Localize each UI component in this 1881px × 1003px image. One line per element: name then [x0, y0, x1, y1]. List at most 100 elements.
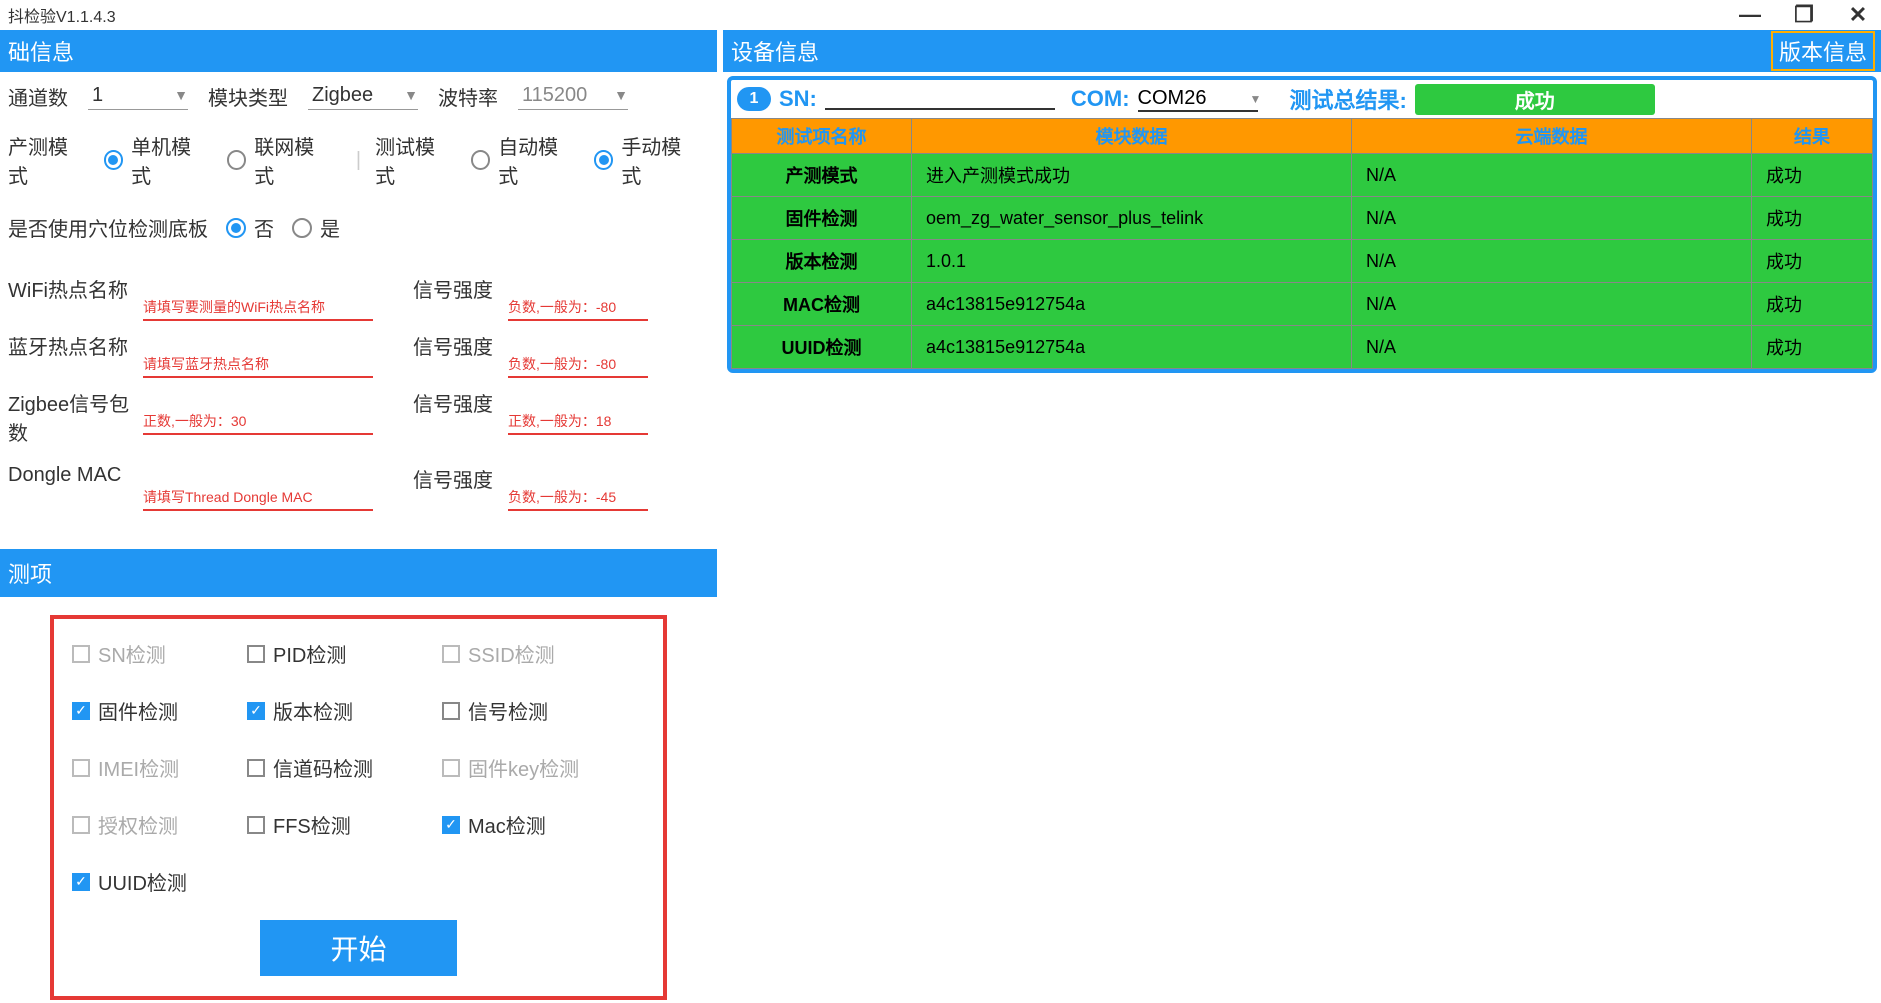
dongle-signal-label: 信号强度: [413, 464, 508, 493]
version-info-button[interactable]: 版本信息: [1771, 31, 1875, 71]
device-info-header: 设备信息 版本信息: [717, 30, 1881, 72]
divider: |: [356, 149, 361, 172]
window-title: 抖检验V1.1.4.3: [8, 3, 116, 27]
dongle-label: Dongle MAC: [8, 464, 143, 487]
chevron-down-icon: ▼: [1250, 92, 1262, 106]
device-info-label: 设备信息: [731, 35, 819, 67]
prod-mode-label: 产测模式: [8, 131, 86, 189]
row-module-cell: 1.0.1: [912, 240, 1352, 283]
test-mode-label: 测试模式: [375, 131, 453, 189]
uuid-detect-label: UUID检测: [98, 867, 187, 896]
wifi-signal-input[interactable]: 负数,一般为：-80: [508, 295, 648, 321]
auth-checkbox[interactable]: [72, 816, 90, 834]
field-section: WiFi热点名称 请填写要测量的WiFi热点名称 信号强度 负数,一般为：-80…: [8, 266, 709, 529]
pid-detect-item[interactable]: PID检测: [247, 639, 442, 668]
dongle-input[interactable]: 请填写Thread Dongle MAC: [143, 485, 373, 511]
mac-detect-item[interactable]: Mac检测: [442, 810, 617, 839]
detect-section-header: 测项: [0, 549, 717, 597]
firmware-checkbox[interactable]: [72, 702, 90, 720]
firmwarekey-checkbox[interactable]: [442, 759, 460, 777]
uuid-checkbox[interactable]: [72, 873, 90, 891]
mac-detect-label: Mac检测: [468, 810, 546, 839]
com-label: COM:: [1071, 86, 1130, 112]
version-detect-item[interactable]: 版本检测: [247, 696, 442, 725]
signal-checkbox[interactable]: [442, 702, 460, 720]
row-cloud-cell: N/A: [1352, 283, 1752, 326]
bottom-board-row: 是否使用穴位检测底板 否 是: [8, 213, 709, 242]
row-module-cell: a4c13815e912754a: [912, 326, 1352, 369]
firmware-detect-label: 固件检测: [98, 696, 178, 725]
version-checkbox[interactable]: [247, 702, 265, 720]
imei-checkbox[interactable]: [72, 759, 90, 777]
ssid-detect-item[interactable]: SSID检测: [442, 639, 617, 668]
manual-mode-radio[interactable]: [594, 150, 614, 170]
bottom-board-label: 是否使用穴位检测底板: [8, 213, 208, 242]
firmwarekey-detect-label: 固件key检测: [468, 753, 579, 782]
ssid-checkbox[interactable]: [442, 645, 460, 663]
row-cloud-cell: N/A: [1352, 197, 1752, 240]
bottom-board-yes-radio[interactable]: [292, 218, 312, 238]
left-panel: 通道数 1 ▼ 模块类型 Zigbee ▼ 波特率 115200 ▼ 产测模式: [0, 72, 717, 1003]
channelcode-detect-item[interactable]: 信道码检测: [247, 753, 442, 782]
section-headers: 础信息 设备信息 版本信息: [0, 30, 1881, 72]
row-module-cell: 进入产测模式成功: [912, 154, 1352, 197]
row-cloud-cell: N/A: [1352, 326, 1752, 369]
channels-label: 通道数: [8, 82, 68, 111]
dongle-signal-input[interactable]: 负数,一般为：-45: [508, 485, 648, 511]
ffs-checkbox[interactable]: [247, 816, 265, 834]
bottom-board-no-radio[interactable]: [226, 218, 246, 238]
baud-rate-dropdown[interactable]: 115200 ▼: [518, 84, 628, 110]
device-header: 1 SN: COM: COM26 ▼ 测试总结果: 成功: [731, 80, 1873, 118]
zigbee-row: Zigbee信号包数 正数,一般为：30 信号强度 正数,一般为：18: [8, 388, 709, 454]
maximize-button[interactable]: ❐: [1789, 2, 1819, 28]
wifi-input[interactable]: 请填写要测量的WiFi热点名称: [143, 295, 373, 321]
zigbee-signal-input[interactable]: 正数,一般为：18: [508, 409, 648, 435]
row-result-cell: 成功: [1752, 154, 1873, 197]
row-cloud-cell: N/A: [1352, 240, 1752, 283]
zigbee-input[interactable]: 正数,一般为：30: [143, 409, 373, 435]
auto-mode-radio[interactable]: [471, 150, 491, 170]
sn-input[interactable]: [825, 88, 1055, 110]
firmwarekey-detect-item[interactable]: 固件key检测: [442, 753, 617, 782]
ffs-detect-item[interactable]: FFS检测: [247, 810, 442, 839]
auth-detect-item[interactable]: 授权检测: [72, 810, 247, 839]
table-row: 固件检测oem_zg_water_sensor_plus_telinkN/A成功: [732, 197, 1873, 240]
network-mode-radio[interactable]: [227, 150, 247, 170]
wifi-row: WiFi热点名称 请填写要测量的WiFi热点名称 信号强度 负数,一般为：-80: [8, 274, 709, 321]
close-button[interactable]: ✕: [1843, 2, 1873, 28]
module-type-dropdown[interactable]: Zigbee ▼: [308, 84, 418, 110]
row-result-cell: 成功: [1752, 197, 1873, 240]
single-mode-radio[interactable]: [104, 150, 124, 170]
channels-dropdown[interactable]: 1 ▼: [88, 84, 188, 110]
sn-checkbox[interactable]: [72, 645, 90, 663]
table-row: 版本检测1.0.1N/A成功: [732, 240, 1873, 283]
row-name-cell: 产测模式: [732, 154, 912, 197]
config-section: 通道数 1 ▼ 模块类型 Zigbee ▼ 波特率 115200 ▼ 产测模式: [0, 72, 717, 539]
imei-detect-item[interactable]: IMEI检测: [72, 753, 247, 782]
minimize-button[interactable]: —: [1735, 2, 1765, 28]
channelcode-checkbox[interactable]: [247, 759, 265, 777]
com-dropdown[interactable]: COM26: [1138, 87, 1258, 112]
module-type-label: 模块类型: [208, 82, 288, 111]
mac-checkbox[interactable]: [442, 816, 460, 834]
manual-mode-label: 手动模式: [621, 131, 699, 189]
firmware-detect-item[interactable]: 固件检测: [72, 696, 247, 725]
bt-input[interactable]: 请填写蓝牙热点名称: [143, 352, 373, 378]
pid-checkbox[interactable]: [247, 645, 265, 663]
col-module-header: 模块数据: [912, 119, 1352, 154]
bt-signal-input[interactable]: 负数,一般为：-80: [508, 352, 648, 378]
signal-detect-item[interactable]: 信号检测: [442, 696, 617, 725]
ffs-detect-label: FFS检测: [273, 810, 351, 839]
bottom-board-no-label: 否: [254, 213, 274, 242]
sn-detect-item[interactable]: SN检测: [72, 639, 247, 668]
uuid-detect-item[interactable]: UUID检测: [72, 867, 247, 896]
start-button[interactable]: 开始: [260, 920, 456, 976]
sn-detect-label: SN检测: [98, 639, 166, 668]
col-name-header: 测试项名称: [732, 119, 912, 154]
mode-row: 产测模式 单机模式 联网模式 | 测试模式 自动模式 手动模式: [8, 131, 709, 189]
signal-detect-label: 信号检测: [468, 696, 548, 725]
bt-label: 蓝牙热点名称: [8, 331, 143, 360]
pid-detect-label: PID检测: [273, 639, 346, 668]
row-module-cell: oem_zg_water_sensor_plus_telink: [912, 197, 1352, 240]
baud-rate-label: 波特率: [438, 82, 498, 111]
